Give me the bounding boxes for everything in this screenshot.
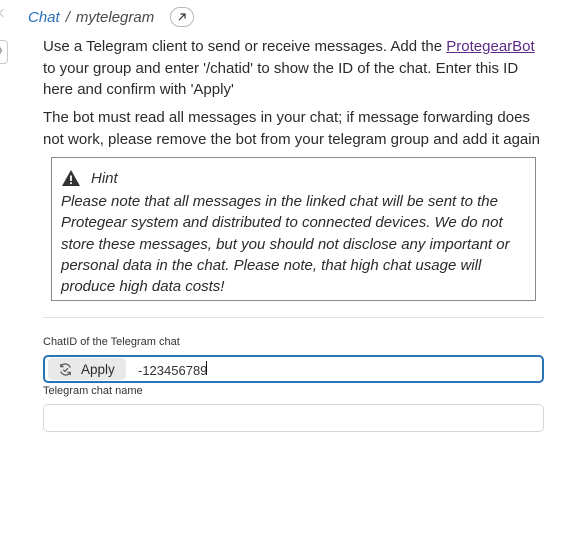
breadcrumb-current: mytelegram (75, 8, 155, 26)
telegram-chat-settings-page: ⚙ Chat / mytelegram Use a Telegram clien… (0, 0, 562, 544)
chat-id-label: ChatID of the Telegram chat (43, 336, 180, 348)
apply-button-label: Apply (81, 361, 115, 377)
chat-id-field[interactable]: Apply -123456789 (43, 355, 544, 383)
section-divider (43, 317, 544, 318)
hint-body: Please note that all messages in the lin… (61, 193, 510, 296)
chat-name-field[interactable] (43, 404, 544, 432)
chat-name-label: Telegram chat name (43, 385, 143, 397)
chat-name-input[interactable] (44, 405, 543, 431)
gear-icon: ⚙ (0, 47, 3, 57)
chat-id-input[interactable]: -123456789 (138, 360, 518, 378)
breadcrumb-chat-link[interactable]: Chat (28, 9, 60, 26)
hint-title: Hint (91, 169, 118, 187)
text-caret (206, 360, 208, 375)
instructions-text-continued: to your group and enter '/chatid' to sho… (43, 59, 519, 99)
hint-header: Hint (61, 166, 525, 190)
hint-box: Hint Please note that all messages in th… (51, 157, 536, 301)
breadcrumb: Chat / mytelegram (28, 7, 195, 27)
apply-button[interactable]: Apply (48, 358, 126, 380)
instructions-text: Use a Telegram client to send or receive… (43, 38, 447, 55)
bot-permissions-paragraph: The bot must read all messages in your c… (43, 109, 540, 148)
instructions-paragraph: Use a Telegram client to send or receive… (43, 36, 543, 101)
chevron-left-icon[interactable] (0, 8, 8, 18)
chat-id-value: -123456789 (138, 362, 208, 378)
open-external-button[interactable] (170, 7, 195, 27)
protegear-bot-link[interactable]: ProtegearBot (446, 38, 534, 55)
external-link-icon (178, 13, 186, 21)
refresh-check-icon (60, 362, 71, 376)
breadcrumb-separator: / (65, 8, 70, 26)
warning-triangle-icon (62, 170, 80, 186)
side-panel-toggle[interactable]: ⚙ (0, 40, 8, 64)
